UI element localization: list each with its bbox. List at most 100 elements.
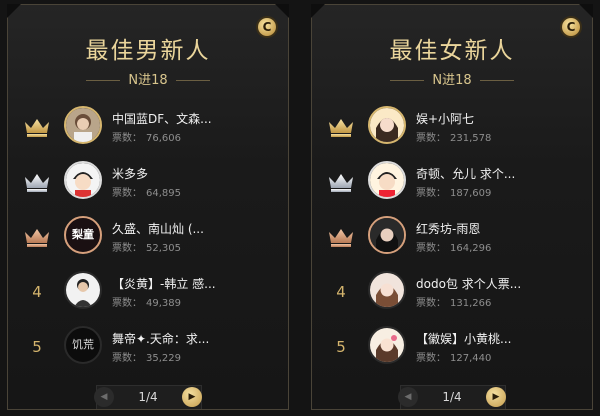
list-item[interactable]: 4 【炎黄】-韩立 感... 票数： 49,389 — [8, 265, 288, 320]
rank-number: 5 — [32, 338, 42, 356]
avatar-logo-text: 梨童 — [72, 228, 94, 241]
votes-label: 票数： — [112, 133, 142, 144]
contestant-name[interactable]: 红秀坊-雨恩 — [416, 220, 576, 237]
avatar[interactable]: 梨童 — [64, 216, 102, 254]
votes-value: 187,609 — [450, 188, 492, 199]
list-item[interactable]: 4 dodo包 求个人票... 票数： 131,266 — [312, 265, 592, 320]
votes-value: 52,305 — [146, 243, 181, 254]
votes-value: 35,229 — [146, 353, 181, 364]
panel-corner — [7, 4, 21, 18]
contestant-name[interactable]: dodo包 求个人票... — [416, 275, 576, 292]
avatar[interactable] — [64, 271, 102, 309]
panel-subtitle: N进18 — [312, 69, 592, 88]
contestant-name[interactable]: 娱+小阿七 — [416, 110, 576, 127]
avatar[interactable] — [368, 106, 406, 144]
avatar[interactable] — [64, 106, 102, 144]
contestant-name[interactable]: 【炎黄】-韩立 感... — [112, 275, 272, 292]
votes-value: 164,296 — [450, 243, 492, 254]
silver-crown-icon — [329, 174, 353, 192]
votes-value: 49,389 — [146, 298, 181, 309]
panel-title: 最佳男新人 — [85, 38, 211, 64]
bronze-crown-icon — [329, 229, 353, 247]
avatar-image — [66, 273, 100, 307]
contestant-name[interactable]: 舞帝✦.天命：求... — [112, 330, 272, 347]
gold-crown-icon — [329, 119, 353, 137]
vote-count: 票数： 164,296 — [416, 239, 491, 254]
votes-label: 票数： — [416, 298, 446, 309]
contestant-name[interactable]: 【徽娱】小黄桃... — [416, 330, 576, 347]
votes-label: 票数： — [112, 243, 142, 254]
vote-count: 票数： 64,895 — [112, 184, 181, 199]
list-item[interactable]: 5 【徽娱】小黄桃... 票数： 127,440 — [312, 320, 592, 375]
contestant-name[interactable]: 久盛、南山灿 (... — [112, 220, 272, 237]
panel-corner — [311, 4, 325, 18]
votes-label: 票数： — [112, 353, 142, 364]
list-item[interactable]: 中国蓝DF、文森... 票数： 76,606 — [8, 100, 288, 155]
votes-label: 票数： — [416, 353, 446, 364]
list-item[interactable]: 米多多 票数： 64,895 — [8, 155, 288, 210]
avatar-image — [370, 163, 404, 197]
bronze-crown-icon — [25, 229, 49, 247]
page-indicator: 1/4 — [138, 390, 158, 404]
list-item[interactable]: 5 饥荒 舞帝✦.天命：求... 票数： 35,229 — [8, 320, 288, 375]
vote-count: 票数： 76,606 — [112, 129, 181, 144]
divider — [175, 80, 210, 81]
list-item[interactable]: 梨童 久盛、南山灿 (... 票数： 52,305 — [8, 210, 288, 265]
ranking-list: 中国蓝DF、文森... 票数： 76,606 米多多 票数： 64,895 梨童… — [8, 100, 288, 375]
panel-corner — [579, 4, 593, 18]
vote-count: 票数： 231,578 — [416, 129, 491, 144]
avatar[interactable] — [368, 161, 406, 199]
divider — [86, 80, 121, 81]
panel-title: 最佳女新人 — [389, 38, 515, 64]
contestant-name[interactable]: 中国蓝DF、文森... — [112, 110, 272, 127]
avatar[interactable] — [368, 271, 406, 309]
contestant-name[interactable]: 米多多 — [112, 165, 272, 182]
votes-label: 票数： — [416, 133, 446, 144]
contestant-name[interactable]: 奇顿、允儿 求个... — [416, 165, 576, 182]
divider — [479, 80, 514, 81]
avatar[interactable] — [64, 161, 102, 199]
avatar-logo-text: 饥荒 — [72, 338, 94, 351]
divider — [390, 80, 425, 81]
chevron-left-icon[interactable]: ◀ — [94, 387, 114, 407]
ranking-list: 娱+小阿七 票数： 231,578 奇顿、允儿 求个... 票数： 187,609 — [312, 100, 592, 375]
pager: ◀ 1/4 ▶ — [398, 385, 506, 409]
rank-number: 4 — [32, 283, 42, 301]
subtitle-text: N进18 — [432, 73, 472, 88]
subtitle-text: N进18 — [128, 73, 168, 88]
votes-label: 票数： — [112, 298, 142, 309]
ranking-panel-male: C 最佳男新人 N进18 中国蓝DF、文森... 票数： 76,606 米多多 … — [7, 4, 289, 410]
avatar-image — [370, 108, 404, 142]
votes-label: 票数： — [416, 243, 446, 254]
list-item[interactable]: 红秀坊-雨恩 票数： 164,296 — [312, 210, 592, 265]
avatar-image — [370, 328, 404, 362]
pager: ◀ 1/4 ▶ — [94, 385, 202, 409]
chevron-right-icon[interactable]: ▶ — [182, 387, 202, 407]
avatar-image — [66, 108, 100, 142]
votes-label: 票数： — [416, 188, 446, 199]
votes-value: 231,578 — [450, 133, 492, 144]
ranking-panel-female: C 最佳女新人 N进18 娱+小阿七 票数： 231,578 奇顿、允儿 求个.… — [311, 4, 593, 410]
rank-number: 4 — [336, 283, 346, 301]
avatar-image — [66, 163, 100, 197]
avatar[interactable] — [368, 326, 406, 364]
avatar-image — [370, 218, 404, 252]
avatar-image — [370, 273, 404, 307]
vote-count: 票数： 131,266 — [416, 294, 491, 309]
vote-count: 票数： 127,440 — [416, 349, 491, 364]
vote-count: 票数： 35,229 — [112, 349, 181, 364]
page-indicator: 1/4 — [442, 390, 462, 404]
rank-number: 5 — [336, 338, 346, 356]
votes-value: 127,440 — [450, 353, 492, 364]
vote-count: 票数： 187,609 — [416, 184, 491, 199]
list-item[interactable]: 娱+小阿七 票数： 231,578 — [312, 100, 592, 155]
avatar[interactable] — [368, 216, 406, 254]
gold-crown-icon — [25, 119, 49, 137]
avatar[interactable]: 饥荒 — [64, 326, 102, 364]
votes-label: 票数： — [112, 188, 142, 199]
votes-value: 131,266 — [450, 298, 492, 309]
chevron-right-icon[interactable]: ▶ — [486, 387, 506, 407]
vote-count: 票数： 49,389 — [112, 294, 181, 309]
list-item[interactable]: 奇顿、允儿 求个... 票数： 187,609 — [312, 155, 592, 210]
chevron-left-icon[interactable]: ◀ — [398, 387, 418, 407]
